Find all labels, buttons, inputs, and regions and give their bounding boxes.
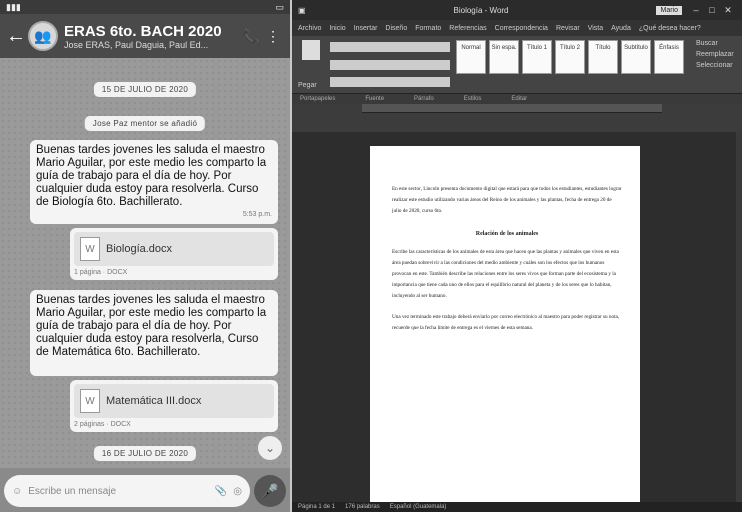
group-label: Párrafo (414, 96, 434, 102)
document-icon: W (80, 237, 100, 261)
paste-label: Pegar (298, 82, 317, 89)
group-label: Editar (511, 96, 528, 102)
page-count[interactable]: Página 1 de 1 (298, 504, 335, 510)
document-attachment[interactable]: W Biología.docx 1 página · DOCX (70, 228, 278, 280)
document-canvas[interactable]: En este sector, Lincoln presenta documen… (292, 132, 742, 506)
system-message: Jose Paz mentor se añadió (84, 116, 206, 131)
whatsapp-phone: ▮▮▮ ▭ ← 👥 ERAS 6to. BACH 2020 Jose ERAS,… (0, 0, 290, 512)
group-avatar[interactable]: 👥 (28, 21, 58, 51)
tab-home[interactable]: Inicio (329, 25, 345, 32)
group-label: Fuente (365, 96, 385, 102)
user-account[interactable]: Mario (656, 5, 682, 15)
style-normal[interactable]: Normal (456, 40, 486, 74)
message-time: 5:53 p.m. (242, 211, 272, 218)
document-meta: 2 páginas · DOCX (74, 421, 131, 428)
paste-button[interactable]: Pegar (298, 40, 324, 89)
style-subtitle[interactable]: Subtítulo (621, 40, 651, 74)
document-attachment[interactable]: W Matemática III.docx 2 páginas · DOCX (70, 380, 278, 432)
word-count[interactable]: 176 palabras (345, 504, 380, 510)
replace-button[interactable]: Reemplazar (696, 51, 736, 58)
message-text: Buenas tardes jovenes les saluda el maes… (36, 144, 267, 208)
emoji-icon[interactable]: ☺ (12, 486, 22, 497)
group-label: Portapapeles (300, 96, 336, 102)
chat-members: Jose ERAS, Paul Daguia, Paul Ed... (64, 39, 209, 50)
ribbon-group-labels: Portapapeles Fuente Párrafo Estilos Edit… (292, 94, 742, 104)
tab-mailings[interactable]: Correspondencia (495, 25, 548, 32)
find-button[interactable]: Buscar (696, 40, 736, 47)
ribbon-tabs: Archivo Inicio Insertar Diseño Formato R… (292, 20, 742, 36)
group-label: Estilos (463, 96, 482, 102)
document-paragraph: Una vez terminado este trabajo deberá en… (392, 314, 620, 331)
word-window: ▣ Biología - Word Mario – □ ✕ Archivo In… (292, 0, 742, 512)
date-chip: 16 DE JULIO DE 2020 (93, 446, 197, 461)
document-page[interactable]: En este sector, Lincoln presenta documen… (370, 146, 640, 506)
editing-group: Buscar Reemplazar Seleccionar (696, 40, 736, 89)
language[interactable]: Español (Guatemala) (390, 504, 447, 510)
date-chip: 15 DE JULIO DE 2020 (93, 82, 197, 97)
document-meta: 1 página · DOCX (74, 269, 128, 276)
tab-layout[interactable]: Formato (415, 25, 441, 32)
style-heading-1[interactable]: Título 1 (522, 40, 552, 74)
message-bubble[interactable]: Buenas tardes jovenes les saluda el maes… (30, 140, 278, 224)
word-title-bar: ▣ Biología - Word Mario – □ ✕ (292, 0, 742, 20)
tab-references[interactable]: Referencias (449, 25, 486, 32)
paragraph-buttons[interactable] (330, 77, 450, 87)
tab-design[interactable]: Diseño (385, 25, 407, 32)
message-input[interactable]: ☺ Escribe un mensaje 📎 ◎ (4, 475, 250, 507)
word-status-bar: Página 1 de 1 176 palabras Español (Guat… (292, 502, 742, 512)
microphone-button[interactable]: 🎤 (254, 475, 286, 507)
chat-messages[interactable]: 15 DE JULIO DE 2020 Jose Paz mentor se a… (0, 58, 290, 468)
style-emphasis[interactable]: Énfasis (654, 40, 684, 74)
chat-title: ERAS 6to. BACH 2020 (64, 22, 222, 40)
tab-insert[interactable]: Insertar (354, 25, 378, 32)
chat-header-text[interactable]: ERAS 6to. BACH 2020 Jose ERAS, Paul Dagu… (64, 23, 240, 50)
ribbon: Pegar Normal Sin espa. Título 1 Título 2… (292, 36, 742, 94)
vertical-scrollbar[interactable] (736, 132, 742, 502)
scroll-down-icon[interactable]: ⌄ (258, 436, 282, 460)
tell-me-search[interactable]: ¿Qué desea hacer? (639, 25, 701, 32)
battery-icon: ▭ (275, 1, 284, 12)
style-heading-2[interactable]: Título 2 (555, 40, 585, 74)
message-placeholder: Escribe un mensaje (28, 485, 117, 497)
document-icon: W (80, 389, 100, 413)
font-format-buttons[interactable] (330, 59, 450, 70)
tab-view[interactable]: Vista (588, 25, 603, 32)
save-icon[interactable]: ▣ (298, 6, 306, 15)
document-name: Biología.docx (106, 243, 173, 255)
document-paragraph: En este sector, Lincoln presenta documen… (392, 186, 622, 214)
horizontal-ruler[interactable] (362, 104, 662, 113)
message-composer: ☺ Escribe un mensaje 📎 ◎ 🎤 (0, 470, 290, 512)
signal-icon: ▮▮▮ (6, 1, 21, 12)
tab-help[interactable]: Ayuda (611, 25, 631, 32)
chat-header[interactable]: ← 👥 ERAS 6to. BACH 2020 Jose ERAS, Paul … (0, 14, 290, 58)
clipboard-icon (302, 40, 320, 60)
camera-icon[interactable]: ◎ (233, 486, 242, 497)
document-title: Biología - Word (453, 5, 509, 15)
maximize-icon[interactable]: □ (704, 5, 720, 15)
close-icon[interactable]: ✕ (720, 5, 736, 16)
phone-status-bar: ▮▮▮ ▭ (0, 0, 290, 14)
message-text: Buenas tardes jovenes les saluda el maes… (36, 294, 267, 358)
more-options-icon[interactable]: ⋮ (262, 28, 284, 45)
document-name: Matemática III.docx (106, 395, 202, 407)
back-arrow-icon[interactable]: ← (6, 25, 26, 48)
font-name-select[interactable] (330, 42, 450, 52)
font-group (330, 40, 450, 89)
add-call-icon[interactable]: 📞 (240, 28, 262, 45)
minimize-icon[interactable]: – (688, 5, 704, 15)
tab-file[interactable]: Archivo (298, 25, 321, 32)
styles-gallery: Normal Sin espa. Título 1 Título 2 Títul… (456, 40, 690, 89)
document-paragraph: Escribe las características de los anima… (392, 249, 619, 299)
tab-review[interactable]: Revisar (556, 25, 580, 32)
document-heading: Relación de los animales (475, 231, 539, 237)
style-no-spacing[interactable]: Sin espa. (489, 40, 519, 74)
style-title[interactable]: Título (588, 40, 618, 74)
attach-icon[interactable]: 📎 (215, 486, 227, 497)
select-button[interactable]: Seleccionar (696, 62, 736, 69)
message-bubble[interactable]: Buenas tardes jovenes les saluda el maes… (30, 290, 278, 376)
